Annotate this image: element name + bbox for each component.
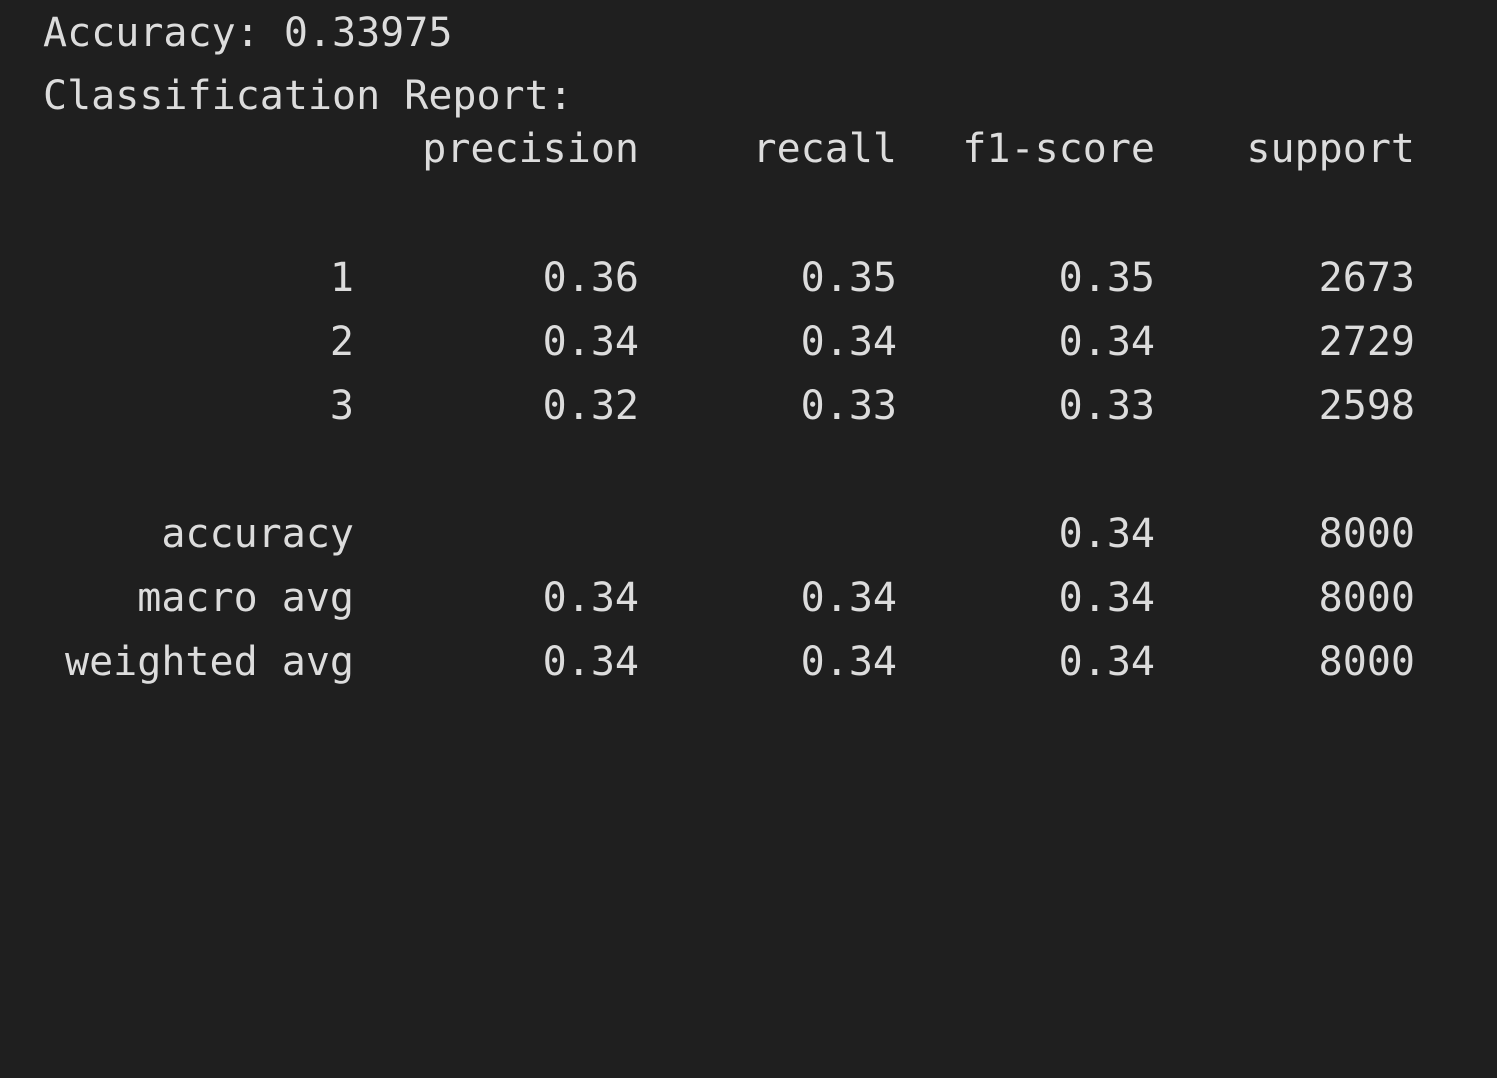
row-label: accuracy <box>161 511 354 557</box>
precision-value: 0.34 <box>542 319 639 365</box>
classification-report: precision recall f1-score support 1 0.36… <box>0 0 1497 732</box>
recall-value: 0.34 <box>800 575 897 621</box>
table-row: 1 0.36 0.35 0.35 2673 <box>0 246 1497 310</box>
f1-value: 0.34 <box>1058 511 1155 557</box>
summary-row-weighted-avg: weighted avg 0.34 0.34 0.34 8000 <box>0 630 1497 694</box>
report-header-row: precision recall f1-score support <box>0 117 1497 181</box>
recall-value: 0.33 <box>800 383 897 429</box>
header-precision: precision <box>422 126 639 172</box>
precision-value: 0.34 <box>542 575 639 621</box>
precision-value: 0.36 <box>542 255 639 301</box>
support-value: 8000 <box>1318 511 1415 557</box>
support-value: 2673 <box>1318 255 1415 301</box>
table-row: 2 0.34 0.34 0.34 2729 <box>0 310 1497 374</box>
summary-row-macro-avg: macro avg 0.34 0.34 0.34 8000 <box>0 566 1497 630</box>
row-label: 1 <box>329 255 354 301</box>
f1-value: 0.35 <box>1058 255 1155 301</box>
row-label: 2 <box>329 319 354 365</box>
recall-value: 0.34 <box>800 639 897 685</box>
f1-value: 0.34 <box>1058 575 1155 621</box>
f1-value: 0.34 <box>1058 639 1155 685</box>
f1-value: 0.34 <box>1058 319 1155 365</box>
support-value: 2598 <box>1318 383 1415 429</box>
support-value: 8000 <box>1318 639 1415 685</box>
support-value: 8000 <box>1318 575 1415 621</box>
summary-row-accuracy: accuracy 0.34 8000 <box>0 502 1497 566</box>
header-support: support <box>1246 126 1415 172</box>
recall-value: 0.35 <box>800 255 897 301</box>
header-recall: recall <box>752 126 898 172</box>
header-f1-score: f1-score <box>962 126 1155 172</box>
table-row: 3 0.32 0.33 0.33 2598 <box>0 374 1497 438</box>
f1-value: 0.33 <box>1058 383 1155 429</box>
row-label: macro avg <box>137 575 354 621</box>
recall-value: 0.34 <box>800 319 897 365</box>
support-value: 2729 <box>1318 319 1415 365</box>
precision-value: 0.34 <box>542 639 639 685</box>
row-label: 3 <box>329 383 354 429</box>
precision-value: 0.32 <box>542 383 639 429</box>
row-label: weighted avg <box>65 639 354 685</box>
terminal-output: Accuracy: 0.33975 Classification Report:… <box>0 0 1497 732</box>
